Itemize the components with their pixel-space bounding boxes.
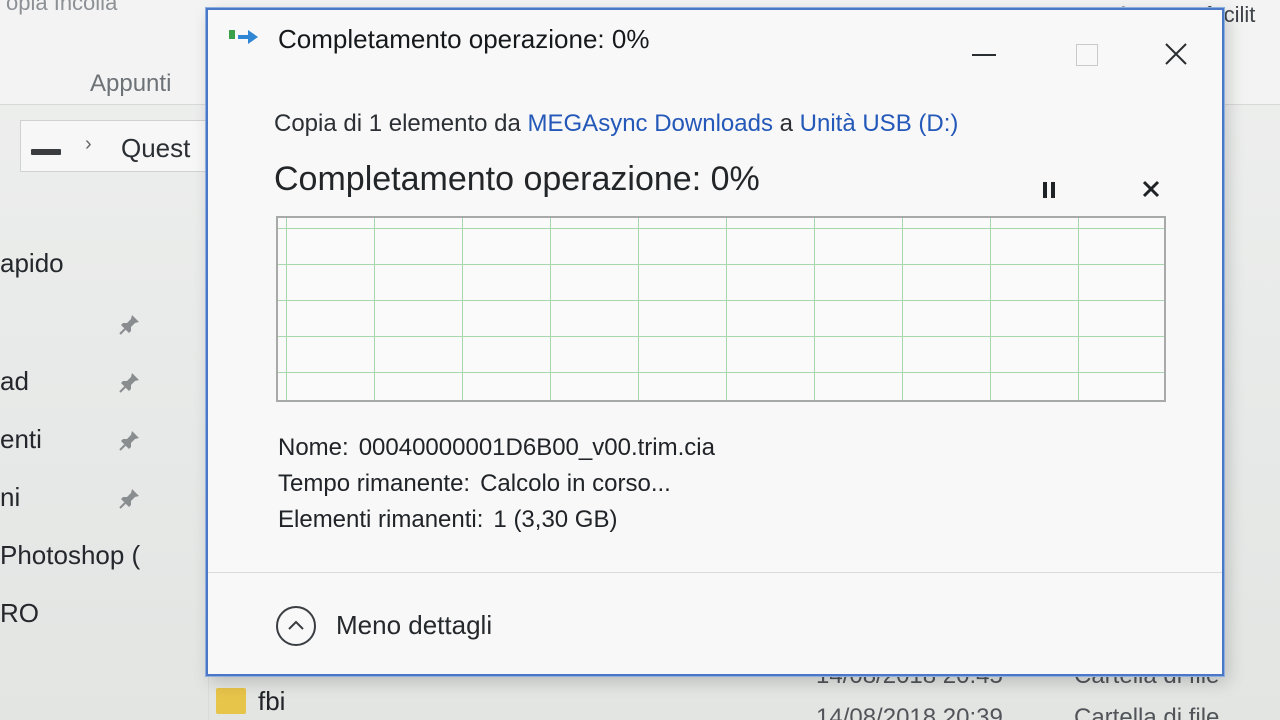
items-remaining-row: Elementi rimanenti: 1 (3,30 GB) xyxy=(278,506,617,534)
name-value: 00040000001D6B00_v00.trim.cia xyxy=(358,434,715,461)
time-remaining-row: Tempo rimanente: Calcolo in corso... xyxy=(278,470,671,498)
minimize-button[interactable] xyxy=(964,34,1004,74)
folder-icon xyxy=(216,688,246,714)
nav-item-documents[interactable]: enti xyxy=(0,424,42,455)
items-label: Elementi rimanenti: xyxy=(278,506,484,533)
close-window-button[interactable] xyxy=(1156,34,1196,74)
nav-item-images[interactable]: ni xyxy=(0,482,20,513)
fewer-details-label: Meno dettagli xyxy=(336,610,493,640)
desktop-screen: opia Incolla Appunti Accesso facilit › Q… xyxy=(0,0,1280,720)
breadcrumb-this-pc[interactable]: Quest xyxy=(121,133,190,164)
chevron-right-icon[interactable]: › xyxy=(85,133,92,156)
copy-progress-icon xyxy=(228,26,264,52)
progress-status-heading: Completamento operazione: 0% xyxy=(274,160,760,198)
copy-connector: a xyxy=(779,110,793,137)
cancel-copy-button[interactable] xyxy=(1136,174,1166,204)
pause-button[interactable] xyxy=(1034,174,1064,204)
dialog-title: Completamento operazione: 0% xyxy=(278,24,650,54)
maximize-button[interactable] xyxy=(1068,34,1108,74)
source-folder-link[interactable]: MEGAsync Downloads xyxy=(528,110,773,137)
file-name: fbi xyxy=(258,686,286,716)
pin-icon[interactable] xyxy=(118,312,142,336)
pin-icon[interactable] xyxy=(118,370,142,394)
items-value: 1 (3,30 GB) xyxy=(493,506,618,533)
name-label: Nome: xyxy=(278,434,349,461)
nav-item-downloads[interactable]: ad xyxy=(0,366,29,397)
destination-drive-link[interactable]: Unità USB (D:) xyxy=(800,110,959,137)
drive-icon xyxy=(31,149,61,155)
file-name-row: Nome: 00040000001D6B00_v00.trim.cia xyxy=(278,434,715,462)
pin-icon[interactable] xyxy=(118,486,142,510)
address-bar[interactable]: › Quest xyxy=(20,120,207,172)
copy-description: Copia di 1 elemento da MEGAsync Download… xyxy=(274,110,958,138)
transfer-speed-graph xyxy=(276,216,1166,402)
ribbon-group-clipboard: Appunti xyxy=(90,70,172,97)
copy-prefix: Copia di 1 elemento da xyxy=(274,110,521,137)
nav-item-quick-access[interactable]: apido xyxy=(0,248,64,279)
nav-item-photoshop[interactable]: Photoshop ( xyxy=(0,540,140,571)
ribbon-fragment-label[interactable]: opia Incolla xyxy=(6,0,117,16)
pin-icon[interactable] xyxy=(118,428,142,452)
file-type: Cartella di file xyxy=(1074,704,1220,720)
time-value: Calcolo in corso... xyxy=(480,470,671,497)
nav-item-ro[interactable]: RO xyxy=(0,598,39,629)
dialog-divider xyxy=(208,572,1222,573)
navigation-pane: apido ad enti ni Photoshop ( RO xyxy=(0,170,209,720)
chevron-up-icon xyxy=(276,606,316,646)
copy-progress-dialog: Completamento operazione: 0% Copia di 1 … xyxy=(206,8,1224,676)
dialog-title-bar[interactable]: Completamento operazione: 0% xyxy=(208,10,1222,80)
file-date: 14/08/2018 20:39 xyxy=(816,704,1003,720)
file-row[interactable]: fbi 14/08/2018 20:39 Cartella di file xyxy=(210,680,1280,720)
time-label: Tempo rimanente: xyxy=(278,470,471,497)
